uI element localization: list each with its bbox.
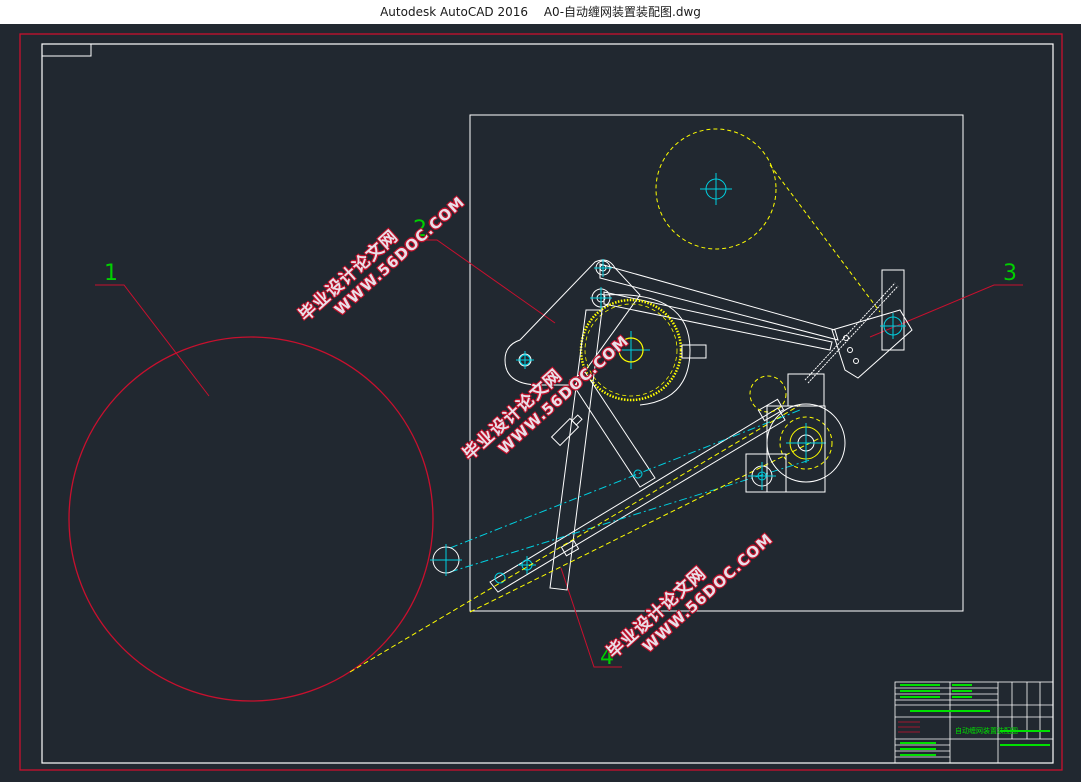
balloon-labels: 1 2 3 4 — [104, 217, 1017, 670]
balloon-leaders — [95, 239, 1023, 668]
app-name: Autodesk AutoCAD 2016 — [380, 5, 529, 19]
belt-dashed — [769, 164, 881, 313]
net-roll-circle — [68, 336, 434, 702]
link-arm — [599, 263, 839, 341]
title-block — [894, 681, 1054, 764]
title-bar: Autodesk AutoCAD 2016 A0-自动缠网装置装配图.dwg — [0, 0, 1081, 24]
balloon-1: 1 — [104, 261, 118, 286]
balloon-3: 3 — [1003, 261, 1017, 286]
drawing-canvas[interactable]: 1 2 3 4 自动缠网装置装配图 毕业设计论文网 WWW.56DOC.COM … — [0, 24, 1081, 782]
title-block-drawing-title: 自动缠网装置装配图 — [955, 726, 1018, 735]
file-name: A0-自动缠网装置装配图.dwg — [543, 5, 701, 19]
pulley-center — [700, 173, 732, 205]
frame-tag — [41, 43, 92, 57]
